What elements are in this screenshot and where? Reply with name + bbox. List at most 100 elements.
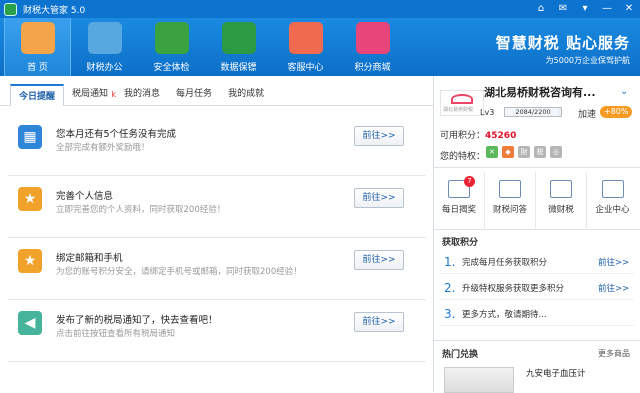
app-title: 财税大管家 5.0 <box>23 5 86 16</box>
task-desc: 点击前往按钮查看所有税局通知 <box>56 329 176 339</box>
nav-office[interactable]: 财税办公 <box>71 18 138 76</box>
tool-label: 财税问答 <box>492 205 527 215</box>
calendar-heart-icon <box>288 22 323 54</box>
privilege-icons: ✕ ◆ 財 税 ◎ <box>486 146 562 158</box>
list-item: 1. 完成每月任务获取积分 前往>> <box>440 248 634 274</box>
points-label: 可用积分： <box>440 131 486 141</box>
nav-mall[interactable]: 积分商城 <box>339 18 406 76</box>
tab-messages[interactable]: 我的消息 <box>116 83 168 105</box>
notification-badge: 7 <box>464 176 475 187</box>
privilege-gray1-icon[interactable]: 財 <box>518 146 530 158</box>
go-button[interactable]: 前往>> <box>354 250 404 270</box>
section-title: 热门兑换 <box>442 350 479 360</box>
go-link[interactable]: 前往>> <box>598 256 629 268</box>
company-name: 湖北易桥财税咨询有... <box>484 86 596 99</box>
list-item: 3. 更多方式，敬请期待... <box>440 300 634 326</box>
points-value: 45260 <box>485 131 517 141</box>
privilege-label: 您的特权： <box>440 152 486 162</box>
calendar-icon: ▦ <box>18 125 42 149</box>
home-window-icon[interactable]: ⌂ <box>534 2 548 16</box>
nav-service[interactable]: 客服中心 <box>272 18 339 76</box>
tab-label: 每月任务 <box>176 89 213 99</box>
list-item: ▦ 您本月还有5个任务没有完成 全部完成有额外奖励哦！ 前往>> <box>8 114 426 176</box>
privilege-gray3-icon[interactable]: ◎ <box>550 146 562 158</box>
tool-label: 每日揭奖 <box>441 205 476 215</box>
tab-achievements[interactable]: 我的成就 <box>220 83 272 105</box>
title-bar: 财税大管家 5.0 ⌂ ✉ ▾ — ✕ <box>0 0 640 18</box>
weibo-tax-icon <box>550 180 572 198</box>
window-buttons: ⌂ ✉ ▾ — ✕ <box>534 2 636 16</box>
item-text: 更多方式，敬请期待... <box>462 310 547 320</box>
enterprise-icon <box>601 180 624 198</box>
speaker-icon: ◀ <box>18 311 42 335</box>
office-icon <box>87 22 122 54</box>
list-item: ★ 绑定邮箱和手机 为您的账号积分安全，请绑定手机号或邮箱，同时获取200经验！… <box>8 238 426 300</box>
go-link[interactable]: 前往>> <box>598 282 629 294</box>
slogan-sub: 为5000万企业保驾护航 <box>545 56 630 65</box>
quick-tools: 7 每日揭奖 财税问答 微财税 企业中心 <box>434 172 640 230</box>
task-desc: 全部完成有额外奖励哦！ <box>56 143 150 153</box>
item-number: 3. <box>444 307 456 321</box>
home-icon <box>20 22 55 54</box>
user-panel: 湖北易桥财税 湖北易桥财税咨询有... ⌄ Lv3 2084/2200 加速 +… <box>434 76 640 393</box>
tool-enterprise[interactable]: 企业中心 <box>587 172 638 230</box>
privilege-green-icon[interactable]: ✕ <box>486 146 498 158</box>
privilege-gray2-icon[interactable]: 税 <box>534 146 546 158</box>
task-title: 完善个人信息 <box>56 191 114 202</box>
tool-qa[interactable]: 财税问答 <box>485 172 536 230</box>
tool-daily-lottery[interactable]: 7 每日揭奖 <box>434 172 485 230</box>
level-label: Lv3 <box>480 108 495 117</box>
tab-label: 我的成就 <box>228 89 265 99</box>
hot-exchange: 热门兑换 更多商品 九安电子血压计 <box>434 340 640 393</box>
nav-home[interactable]: 首 页 <box>4 18 71 76</box>
tool-weibo-tax[interactable]: 微财税 <box>536 172 587 230</box>
message-window-icon[interactable]: ✉ <box>556 2 570 16</box>
menu-dropdown-icon[interactable]: ▾ <box>578 2 592 16</box>
company-logo: 湖北易桥财税 <box>440 90 484 116</box>
logo-text: 湖北易桥财税 <box>443 107 474 113</box>
go-button[interactable]: 前往>> <box>354 188 404 208</box>
close-button[interactable]: ✕ <box>622 2 636 16</box>
product-name[interactable]: 九安电子血压计 <box>526 367 586 379</box>
app-logo-icon <box>4 2 17 16</box>
item-number: 1. <box>444 255 456 269</box>
nav-label: 数据保镖 <box>220 63 257 73</box>
tab-monthly-tasks[interactable]: 每月任务 <box>168 83 220 105</box>
speed-badge: +80% <box>600 106 633 118</box>
nav-label: 客服中心 <box>287 63 324 73</box>
tool-label: 企业中心 <box>595 205 630 215</box>
lock-icon <box>221 22 256 54</box>
qa-icon <box>499 180 521 198</box>
privilege-orange-icon[interactable]: ◆ <box>502 146 514 158</box>
checkup-icon <box>154 22 189 54</box>
more-products-link[interactable]: 更多商品 <box>598 348 630 359</box>
nav-data-guard[interactable]: 数据保镖 <box>205 18 272 76</box>
tab-today[interactable]: 今日提醒 <box>10 84 65 106</box>
nav-label: 积分商城 <box>354 63 391 73</box>
nav-checkup[interactable]: 安全体检 <box>138 18 205 76</box>
item-text: 完成每月任务获取积分 <box>462 258 548 268</box>
tab-tax-notice[interactable]: 税局通知 k <box>64 83 116 105</box>
nav-label: 安全体检 <box>153 63 190 73</box>
go-button[interactable]: 前往>> <box>354 312 404 332</box>
slogan-main: 智慧财税 贴心服务 <box>495 34 630 52</box>
main-nav: 首 页 财税办公 安全体检 数据保镖 客服中心 积分商城 <box>4 18 406 76</box>
level-progress: 2084/2200 <box>504 107 562 117</box>
task-desc: 立即完善您的个人资料，同时获取200经验！ <box>56 205 226 215</box>
go-button[interactable]: 前往>> <box>354 126 404 146</box>
minimize-button[interactable]: — <box>600 2 614 16</box>
product-image[interactable] <box>444 367 514 393</box>
nav-label: 财税办公 <box>86 63 123 73</box>
tab-label: 我的消息 <box>124 89 161 99</box>
star-icon: ★ <box>18 187 42 211</box>
task-title: 发布了新的税局通知了，快去查看吧！ <box>56 315 218 326</box>
tab-label: 税局通知 <box>72 89 109 99</box>
user-card: 湖北易桥财税 湖北易桥财税咨询有... ⌄ Lv3 2084/2200 加速 +… <box>434 76 640 168</box>
level-progress-text: 2084/2200 <box>515 108 551 116</box>
tab-bar: 今日提醒 税局通知 k 我的消息 每月任务 我的成就 <box>0 76 433 106</box>
chevron-down-icon[interactable]: ⌄ <box>620 86 628 97</box>
speed-label: 加速 <box>578 110 597 120</box>
reminder-panel: 今日提醒 税局通知 k 我的消息 每月任务 我的成就 ▦ 您本月还有5个任务没有完… <box>0 76 434 392</box>
list-item: ★ 完善个人信息 立即完善您的个人资料，同时获取200经验！ 前往>> <box>8 176 426 238</box>
star-icon: ★ <box>18 249 42 273</box>
